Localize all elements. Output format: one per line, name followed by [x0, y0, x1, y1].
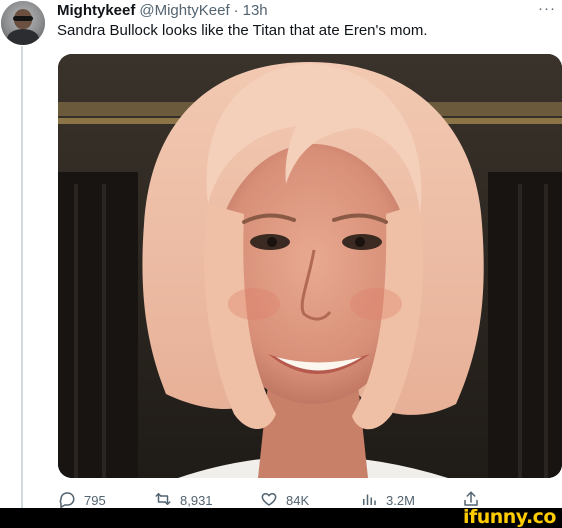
reply-count: 795	[84, 493, 106, 508]
avatar[interactable]	[1, 1, 45, 45]
tweet-text: Sandra Bullock looks like the Titan that…	[57, 22, 428, 39]
tweet-timestamp[interactable]: 13h	[243, 2, 268, 19]
views-count: 3.2M	[386, 493, 415, 508]
thread-line	[21, 46, 23, 508]
watermark-bar: ifunny.co	[0, 506, 562, 528]
like-count: 84K	[286, 493, 310, 508]
author-name[interactable]: Mightykeef	[57, 2, 135, 19]
author-handle[interactable]: @MightyKeef	[139, 2, 229, 19]
more-options-icon[interactable]: ···	[538, 0, 556, 17]
tweet-photo[interactable]	[58, 54, 562, 478]
tweet-header: Mightykeef @MightyKeef · 13h	[57, 0, 268, 20]
separator-dot: ·	[233, 1, 239, 19]
retweet-count: 8,931	[180, 493, 213, 508]
ifunny-watermark-logo: ifunny.co	[462, 506, 557, 528]
